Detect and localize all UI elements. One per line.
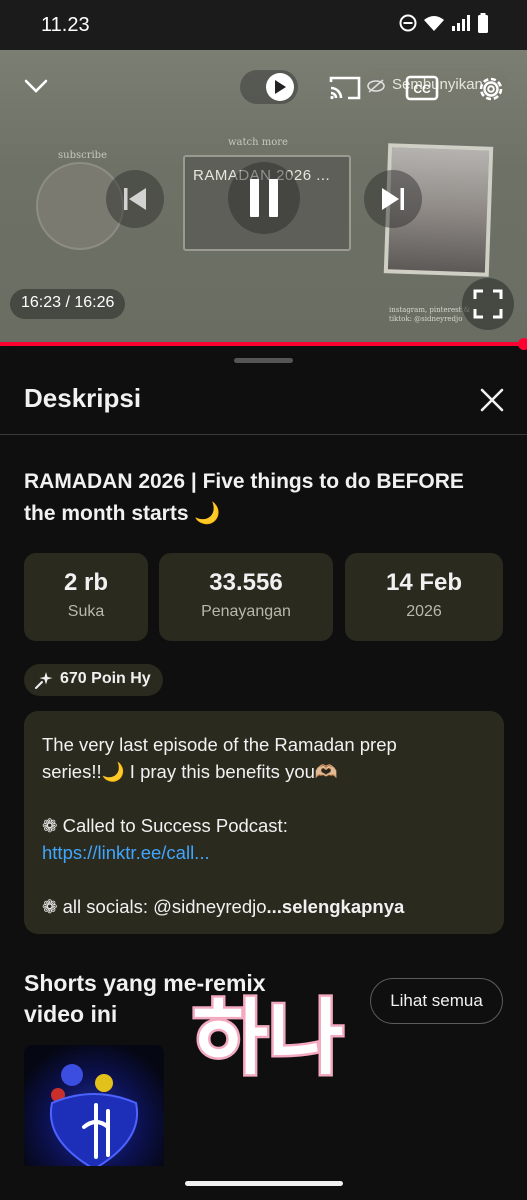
description-spacer — [42, 785, 486, 812]
skip-next-icon — [382, 188, 404, 210]
stat-likes-value: 2 rb — [63, 569, 108, 596]
status-icons — [399, 13, 489, 33]
closed-captions-icon: CC — [405, 75, 439, 101]
status-bar: 11.23 — [0, 0, 527, 50]
description-sheet: Deskripsi RAMADAN 2026 | Five things to … — [0, 348, 527, 1200]
see-all-button[interactable]: Lihat semua — [370, 978, 503, 1024]
progress-bar[interactable] — [0, 342, 527, 346]
wifi-icon — [424, 16, 444, 31]
sparkle-star-icon — [35, 672, 53, 689]
close-icon — [480, 388, 504, 412]
captions-button[interactable]: CC — [404, 72, 440, 104]
hype-points-chip[interactable]: 670 Poin Hy — [24, 664, 163, 696]
skip-previous-icon — [124, 188, 146, 210]
stat-date: 14 Feb 2026 — [345, 553, 503, 641]
description-line-5: ❁ all socials: @sidneyredjo — [42, 896, 267, 917]
settings-button[interactable] — [472, 70, 510, 108]
home-gesture-bar[interactable] — [185, 1181, 343, 1186]
cast-button[interactable] — [326, 72, 364, 104]
shorts-section-title: Shorts yang me-remix video ini — [24, 970, 266, 1027]
svg-text:CC: CC — [413, 82, 431, 96]
drag-handle[interactable] — [234, 358, 293, 363]
hype-points-text: 670 Poin Hy — [60, 670, 151, 687]
autoplay-toggle[interactable] — [240, 70, 298, 104]
video-title: RAMADAN 2026 | Five things to do BEFORE … — [24, 470, 464, 525]
stat-views: 33.556 Penayangan — [159, 553, 333, 641]
eye-off-icon — [367, 79, 385, 93]
description-socials-line: ❁ all socials: @sidneyredjo...selengkapn… — [42, 893, 486, 920]
description-box[interactable]: The very last episode of the Ramadan pre… — [24, 711, 504, 934]
time-display: 16:23 / 16:26 — [10, 289, 126, 319]
show-more-button[interactable]: ...selengkapnya — [267, 896, 405, 917]
description-line-2: series!!🌙 I pray this benefits you🫶🏼 — [42, 761, 338, 782]
sheet-title: Deskripsi — [24, 383, 142, 413]
minimize-button[interactable] — [18, 72, 54, 100]
fullscreen-icon — [473, 289, 503, 319]
watch-more-text: watch more — [228, 137, 288, 148]
description-line-3: ❁ Called to Success Podcast: — [42, 815, 288, 836]
status-time: 11.23 — [41, 14, 90, 36]
pause-icon — [250, 179, 278, 217]
navigation-bar — [0, 1166, 527, 1200]
podcast-link[interactable]: https://linktr.ee/call... — [42, 842, 210, 863]
stat-date-label: 2026 — [406, 603, 442, 620]
short-thumbnail-art — [49, 1064, 139, 1171]
description-spacer-2 — [42, 866, 486, 893]
fullscreen-button[interactable] — [462, 278, 514, 330]
stat-likes: 2 rb Suka — [24, 553, 148, 641]
cast-icon — [329, 76, 361, 100]
next-button[interactable] — [364, 170, 422, 228]
do-not-disturb-icon — [399, 14, 417, 32]
divider — [0, 434, 527, 435]
video-player[interactable]: subscribe watch more RAMADAN 2026 ... in… — [0, 50, 527, 346]
short-thumbnail[interactable] — [24, 1045, 164, 1175]
previous-button[interactable] — [106, 170, 164, 228]
description-line-1: The very last episode of the Ramadan pre… — [42, 734, 397, 755]
close-button[interactable] — [478, 386, 506, 414]
subscribe-text: subscribe — [58, 150, 108, 161]
autoplay-knob — [266, 73, 294, 101]
stat-likes-label: Suka — [67, 603, 105, 620]
progress-scrubber[interactable] — [518, 338, 527, 350]
gear-icon — [479, 77, 503, 101]
battery-icon — [478, 13, 488, 33]
stat-date-value: 14 Feb — [385, 569, 463, 596]
play-icon — [275, 80, 286, 94]
signal-icon — [452, 15, 470, 31]
stat-views-label: Penayangan — [201, 603, 291, 620]
chevron-down-icon — [24, 79, 48, 93]
stat-views-value: 33.556 — [209, 569, 283, 596]
pause-button[interactable] — [228, 162, 300, 234]
